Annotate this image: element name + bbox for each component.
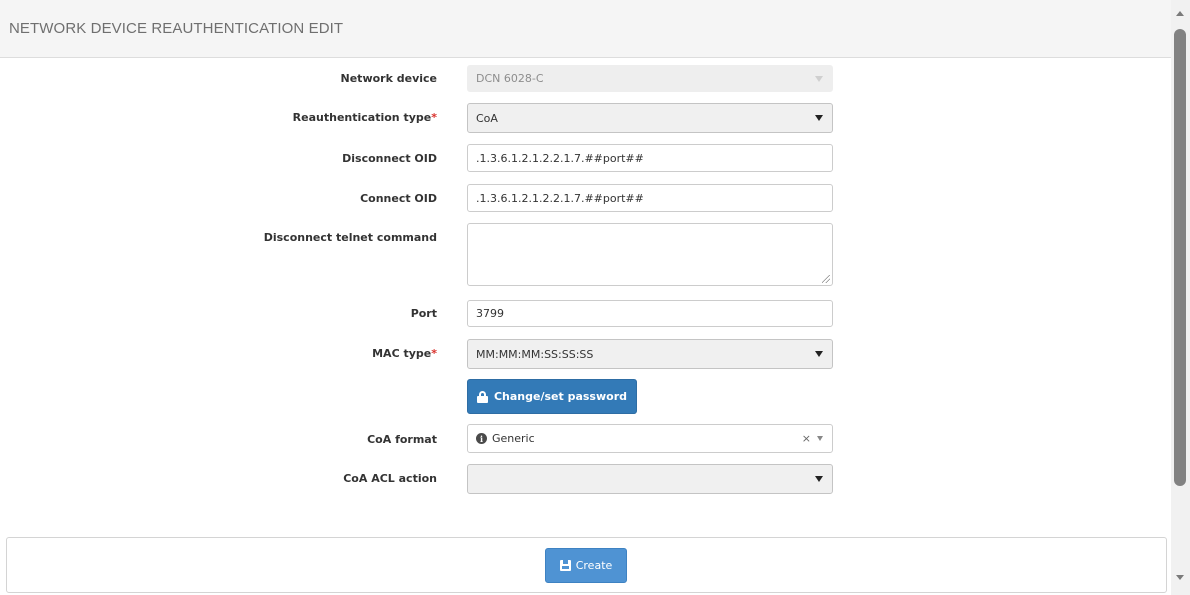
reauth-type-value: CoA [476, 111, 498, 125]
caret-down-icon [815, 476, 823, 482]
port-label: Port [410, 307, 437, 320]
mac-type-select[interactable]: MM:MM:MM:SS:SS:SS [467, 339, 833, 369]
scroll-thumb[interactable] [1174, 29, 1186, 486]
create-label: Create [575, 559, 613, 572]
network-device-select: DCN 6028-C [467, 65, 833, 92]
create-button[interactable]: Create [545, 548, 627, 583]
required-asterisk: * [431, 111, 437, 124]
scroll-up-icon[interactable] [1176, 11, 1184, 16]
mac-type-label: MAC type* [372, 347, 437, 360]
vertical-scrollbar[interactable] [1171, 0, 1190, 595]
caret-down-icon [817, 436, 823, 441]
required-asterisk: * [431, 347, 437, 360]
reauth-type-label: Reauthentication type* [292, 111, 437, 124]
lock-icon [476, 390, 488, 403]
reauth-type-select[interactable]: CoA [467, 103, 833, 133]
coa-format-label: CoA format [367, 433, 437, 446]
disconnect-oid-input[interactable]: .1.3.6.1.2.1.2.2.1.7.##port## [467, 144, 833, 172]
scroll-down-icon[interactable] [1176, 575, 1184, 580]
change-password-label: Change/set password [493, 390, 627, 403]
form-footer: Create [6, 537, 1167, 593]
coa-acl-action-label: CoA ACL action [343, 472, 437, 485]
coa-format-select[interactable]: i Generic × [467, 424, 833, 453]
reauth-form: Network device DCN 6028-C Reauthenticati… [0, 58, 1171, 536]
clear-icon[interactable]: × [802, 432, 811, 445]
connect-oid-label: Connect OID [360, 192, 437, 205]
mac-type-value: MM:MM:MM:SS:SS:SS [476, 347, 594, 361]
connect-oid-input[interactable]: .1.3.6.1.2.1.2.2.1.7.##port## [467, 184, 833, 212]
caret-down-icon [815, 75, 823, 82]
coa-format-value: Generic [492, 432, 535, 445]
page-title: NETWORK DEVICE REAUTHENTICATION EDIT [9, 20, 344, 37]
port-input[interactable]: 3799 [467, 300, 833, 327]
disconnect-telnet-textarea[interactable] [467, 223, 833, 286]
caret-down-icon [815, 115, 823, 121]
disconnect-oid-value: .1.3.6.1.2.1.2.2.1.7.##port## [476, 151, 644, 165]
network-device-label: Network device [340, 72, 437, 85]
info-icon: i [476, 433, 487, 444]
change-password-button[interactable]: Change/set password [467, 379, 637, 414]
caret-down-icon [815, 351, 823, 357]
coa-acl-action-select[interactable] [467, 464, 833, 494]
save-icon [559, 560, 571, 571]
port-value: 3799 [476, 307, 504, 320]
page: NETWORK DEVICE REAUTHENTICATION EDIT Net… [0, 0, 1190, 595]
connect-oid-value: .1.3.6.1.2.1.2.2.1.7.##port## [476, 191, 644, 205]
resize-grip-icon[interactable] [822, 275, 830, 283]
disconnect-telnet-label: Disconnect telnet command [263, 231, 437, 244]
disconnect-oid-label: Disconnect OID [342, 152, 437, 165]
page-header: NETWORK DEVICE REAUTHENTICATION EDIT [0, 0, 1171, 58]
network-device-value: DCN 6028-C [476, 72, 544, 85]
